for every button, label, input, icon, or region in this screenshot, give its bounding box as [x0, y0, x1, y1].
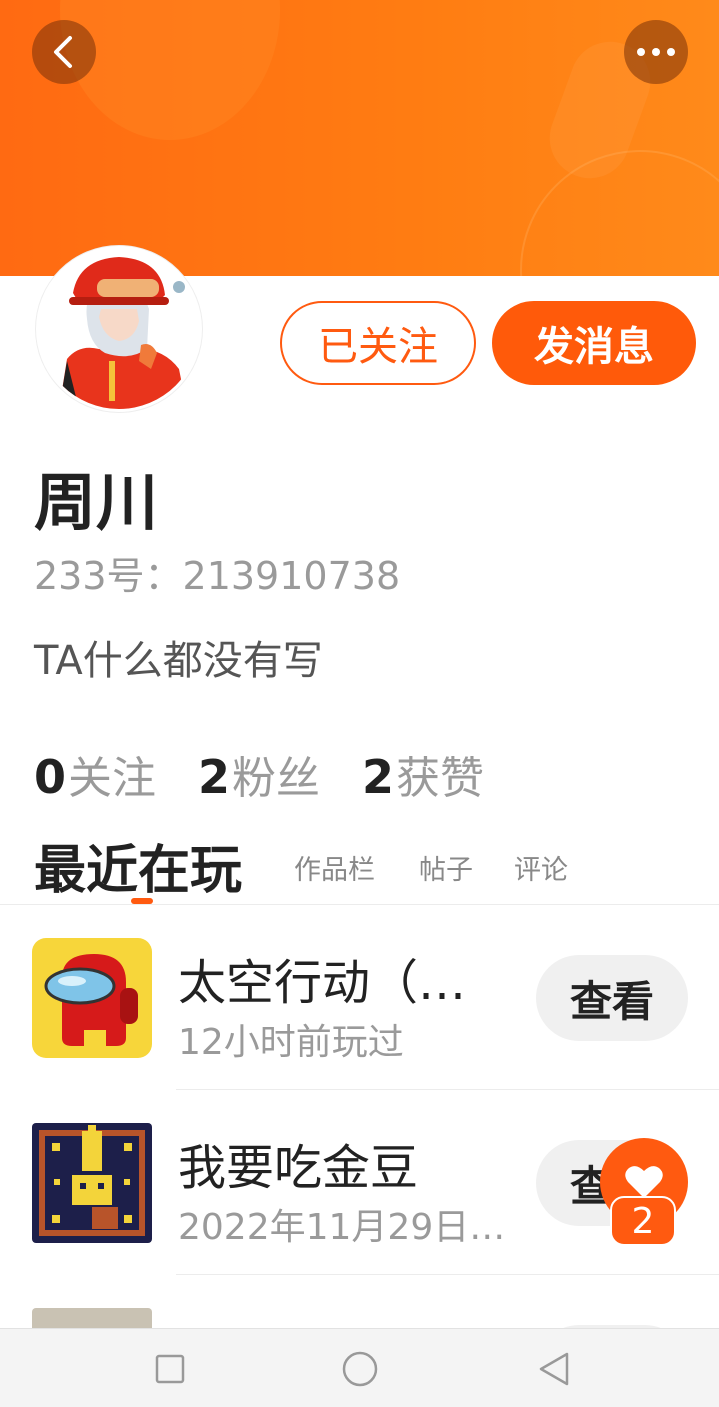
heart-icon — [625, 1166, 663, 1198]
like-count-badge: 2 — [610, 1196, 676, 1246]
banner-decoration — [520, 150, 719, 276]
game-last-played: 12小时前玩过 — [178, 1022, 404, 1063]
game-icon-base-war — [32, 1308, 152, 1328]
system-navigation-bar — [0, 1328, 719, 1407]
stat-label: 关注 — [68, 753, 157, 804]
stat-label: 获赞 — [396, 753, 485, 804]
send-message-button[interactable]: 发消息 — [492, 301, 696, 385]
followed-button[interactable]: 已关注 — [280, 301, 476, 385]
tab-recently-played[interactable]: 最近在玩 — [34, 828, 242, 903]
square-icon — [155, 1354, 185, 1384]
tab-works[interactable]: 作品栏 — [294, 848, 375, 887]
tab-posts[interactable]: 帖子 — [419, 848, 473, 887]
game-icon-gold-beans — [32, 1123, 152, 1243]
game-title: 守江基地战争 — [178, 1313, 513, 1328]
more-button[interactable] — [624, 20, 688, 84]
game-title: 太空行动（原神版） — [178, 955, 513, 1011]
home-button[interactable] — [338, 1349, 382, 1389]
list-item[interactable]: 太空行动（原神版） 12小时前玩过 查看 — [0, 905, 719, 1090]
bio: TA什么都没有写 — [34, 638, 323, 684]
stat-number: 2 — [362, 750, 395, 804]
user-id: 233号：213910738 — [34, 554, 401, 598]
triangle-back-icon — [539, 1352, 569, 1386]
tab-comments[interactable]: 评论 — [514, 848, 568, 887]
banner-decoration — [60, 0, 280, 140]
stat-label: 粉丝 — [232, 753, 321, 804]
chevron-left-icon — [54, 36, 72, 68]
game-title: 我要吃金豆 — [178, 1140, 419, 1196]
back-nav-button[interactable] — [534, 1349, 574, 1389]
recent-apps-button[interactable] — [150, 1349, 190, 1389]
stat-followers[interactable]: 2 粉丝 — [198, 742, 320, 806]
stats-row: 0 关注 2 粉丝 2 获赞 — [34, 742, 526, 806]
stat-number: 2 — [198, 750, 231, 804]
circle-icon — [342, 1351, 378, 1387]
avatar[interactable] — [36, 246, 202, 412]
stat-following[interactable]: 0 关注 — [34, 742, 156, 806]
avatar-illustration — [39, 249, 199, 409]
list-item[interactable]: 守江基地战争 查看 — [0, 1275, 719, 1328]
username: 周川 — [34, 466, 159, 539]
game-icon-among-us — [32, 938, 152, 1058]
profile-banner — [0, 0, 719, 276]
view-button[interactable]: 查看 — [536, 955, 688, 1041]
back-button[interactable] — [32, 20, 96, 84]
profile-tabs: 最近在玩 作品栏 帖子 评论 — [34, 828, 694, 904]
more-horizontal-icon — [637, 48, 675, 56]
game-last-played: 2022年11月29日 21:30玩过 — [178, 1207, 513, 1248]
stat-number: 0 — [34, 750, 67, 804]
stat-likes[interactable]: 2 获赞 — [362, 742, 484, 806]
